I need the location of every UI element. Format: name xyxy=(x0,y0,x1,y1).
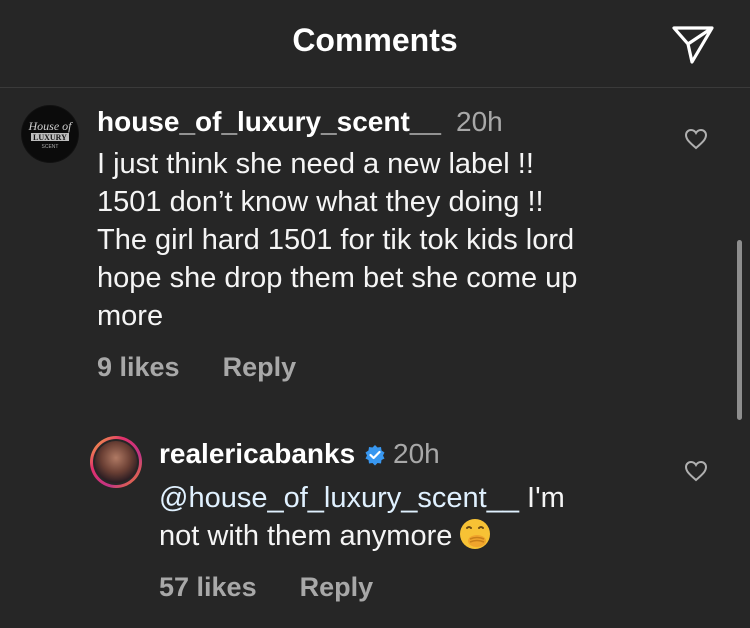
comments-header: Comments xyxy=(0,0,750,88)
reply-username[interactable]: realericabanks xyxy=(159,438,355,470)
reply-button[interactable]: Reply xyxy=(223,352,297,382)
avatar[interactable] xyxy=(90,436,142,488)
heart-icon xyxy=(684,128,708,150)
reply-time: 20h xyxy=(393,438,440,469)
comment-time: 20h xyxy=(456,106,503,137)
comment-line: more xyxy=(97,300,164,332)
likes-count[interactable]: 9 likes xyxy=(97,352,180,382)
comment-username[interactable]: house_of_luxury_scent__ xyxy=(97,106,441,138)
reply-body: @house_of_luxury_scent__ I'm not with th… xyxy=(159,479,565,555)
mention-link[interactable]: @house_of_luxury_scent__ xyxy=(159,482,519,514)
comment-line: hope she drop them bet she come up xyxy=(97,262,578,294)
svg-text:LUXURY: LUXURY xyxy=(33,133,67,142)
reply-line: @house_of_luxury_scent__ I'm xyxy=(159,479,565,517)
verified-badge-icon xyxy=(364,444,386,466)
paper-plane-icon xyxy=(672,26,714,64)
comment-line: The girl hard 1501 for tik tok kids lord xyxy=(97,224,575,256)
scrollbar[interactable] xyxy=(737,240,742,420)
comment-body: I just think she need a new label !! 150… xyxy=(97,145,577,335)
hand-over-mouth-emoji-icon xyxy=(460,519,491,549)
comment-meta: 9 likes Reply xyxy=(97,352,296,383)
like-button[interactable] xyxy=(684,128,708,150)
avatar[interactable]: House of LUXURY SCENT xyxy=(22,106,78,162)
reply-meta: 57 likes Reply xyxy=(159,572,373,603)
reply-line: not with them anymore xyxy=(159,517,565,555)
likes-count[interactable]: 57 likes xyxy=(159,572,257,602)
reply-button[interactable]: Reply xyxy=(300,572,374,602)
comment-line: I just think she need a new label !! xyxy=(97,148,534,180)
reply-text: not with them anymore xyxy=(159,520,453,552)
luxury-logo-icon: House of LUXURY SCENT xyxy=(28,119,74,150)
share-button[interactable] xyxy=(670,24,716,66)
heart-icon xyxy=(684,460,708,482)
profile-photo xyxy=(95,441,137,483)
reply-text: I'm xyxy=(518,482,565,514)
page-title: Comments xyxy=(292,22,458,58)
svg-text:House of: House of xyxy=(28,119,74,133)
like-button[interactable] xyxy=(684,460,708,482)
svg-text:SCENT: SCENT xyxy=(42,144,59,150)
comment-line: 1501 don’t know what they doing !! xyxy=(97,186,544,218)
